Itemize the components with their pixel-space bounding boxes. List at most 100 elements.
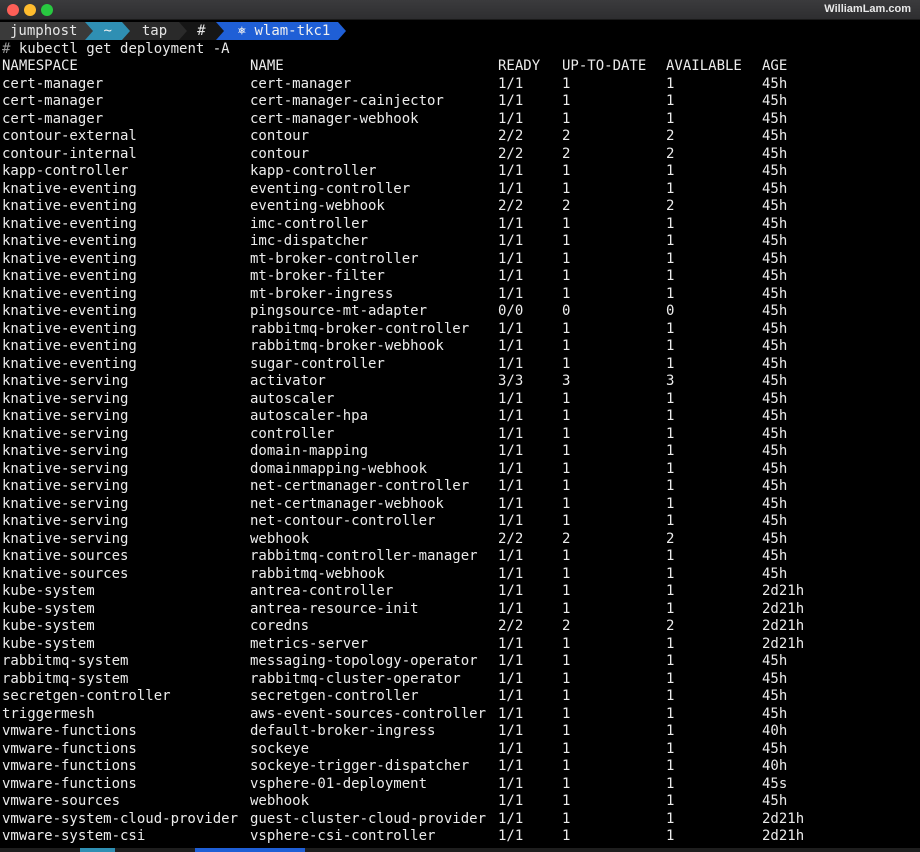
- table-row: vmware-functions sockeye-trigger-dispatch…: [0, 758, 920, 776]
- close-window-button[interactable]: [7, 4, 19, 16]
- window-titlebar: WilliamLam.com: [0, 0, 920, 20]
- terminal-output[interactable]: jumphost ~ tap # ⎈ wlam-tkc1 # kubectl g…: [0, 20, 920, 852]
- cell-ready: 1/1: [498, 600, 524, 617]
- minimize-window-button[interactable]: [24, 4, 36, 16]
- table-row: cert-manager cert-manager 1/1 1 1 45h: [0, 76, 920, 94]
- cell-age: 45h: [762, 338, 788, 354]
- cell-available: 1: [666, 425, 675, 442]
- cell-up-to-date: 1: [562, 215, 571, 232]
- cell-available: 1: [666, 163, 675, 179]
- cell-ready: 3/3: [498, 373, 524, 389]
- table-row: knative-eventing eventing-webhook 2/2 2 2 45h: [0, 198, 920, 216]
- cell-name: domainmapping-webhook: [250, 460, 428, 477]
- prompt-directory: ~: [93, 22, 122, 40]
- cell-available: 1: [666, 705, 675, 722]
- cell-available: 1: [666, 723, 675, 739]
- table-row: knative-serving controller 1/1 1 1 45h: [0, 426, 920, 444]
- cell-ready: 1/1: [498, 425, 524, 442]
- cell-available: 1: [666, 285, 675, 302]
- table-row: vmware-functions sockeye 1/1 1 1 45h: [0, 741, 920, 759]
- table-row: knative-serving autoscaler 1/1 1 1 45h: [0, 391, 920, 409]
- cell-ready: 1/1: [498, 268, 524, 284]
- cell-namespace: vmware-functions: [2, 740, 137, 757]
- cell-up-to-date: 1: [562, 163, 571, 179]
- cell-namespace: knative-eventing: [2, 233, 137, 249]
- cell-up-to-date: 1: [562, 775, 571, 792]
- table-row: contour-external contour 2/2 2 2 45h: [0, 128, 920, 146]
- cell-up-to-date: 1: [562, 425, 571, 442]
- cell-ready: 1/1: [498, 408, 524, 424]
- table-row: knative-serving net-certmanager-controlle…: [0, 478, 920, 496]
- cell-up-to-date: 1: [562, 443, 571, 459]
- cell-namespace: triggermesh: [2, 705, 95, 722]
- cell-available: 1: [666, 600, 675, 617]
- table-row: knative-eventing pingsource-mt-adapter 0/0…: [0, 303, 920, 321]
- cell-name: controller: [250, 425, 335, 442]
- cell-age: 45h: [762, 548, 788, 564]
- cell-namespace: contour-internal: [2, 145, 137, 162]
- table-row: knative-serving domainmapping-webhook 1/1 1…: [0, 461, 920, 479]
- cell-age: 40h: [762, 758, 788, 774]
- cell-ready: 1/1: [498, 688, 524, 704]
- cell-name: webhook: [250, 793, 310, 809]
- cell-up-to-date: 1: [562, 635, 571, 652]
- cell-up-to-date: 1: [562, 583, 571, 599]
- cell-name: webhook: [250, 530, 310, 547]
- cell-namespace: knative-eventing: [2, 198, 137, 214]
- cell-namespace: knative-serving: [2, 443, 129, 459]
- cell-available: 1: [666, 810, 675, 827]
- cell-available: 1: [666, 93, 675, 109]
- cell-up-to-date: 1: [562, 390, 571, 407]
- cell-name: sockeye: [250, 740, 310, 757]
- cell-available: 1: [666, 320, 675, 337]
- cell-namespace: knative-sources: [2, 565, 129, 582]
- cell-ready: 1/1: [498, 75, 524, 92]
- cell-ready: 1/1: [498, 460, 524, 477]
- prompt-repo: tap: [129, 22, 180, 40]
- cell-available: 1: [666, 565, 675, 582]
- cell-name: autoscaler: [250, 390, 335, 407]
- cell-ready: 1/1: [498, 93, 524, 109]
- cell-available: 1: [666, 215, 675, 232]
- cell-namespace: contour-external: [2, 128, 137, 144]
- cell-age: 45h: [762, 93, 788, 109]
- table-row: vmware-sources webhook 1/1 1 1 45h: [0, 793, 920, 811]
- cell-namespace: vmware-sources: [2, 793, 121, 809]
- table-row: kube-system antrea-resource-init 1/1 1 1 2d21…: [0, 601, 920, 619]
- cell-age: 45h: [762, 443, 788, 459]
- cell-age: 2d21h: [762, 600, 805, 617]
- cell-name: rabbitmq-cluster-operator: [250, 670, 461, 687]
- cell-age: 45h: [762, 373, 788, 389]
- cell-name: cert-manager-webhook: [250, 110, 419, 127]
- cell-age: 45h: [762, 408, 788, 424]
- cell-available: 2: [666, 145, 675, 162]
- cell-ready: 1/1: [498, 635, 524, 652]
- cell-namespace: rabbitmq-system: [2, 653, 129, 669]
- cell-ready: 1/1: [498, 495, 524, 512]
- cell-name: rabbitmq-broker-webhook: [250, 338, 444, 354]
- cell-up-to-date: 1: [562, 600, 571, 617]
- cell-namespace: vmware-functions: [2, 758, 137, 774]
- cell-namespace: kube-system: [2, 618, 95, 634]
- maximize-window-button[interactable]: [41, 4, 53, 16]
- cell-name: metrics-server: [250, 635, 369, 652]
- table-row: knative-eventing rabbitmq-broker-controll…: [0, 321, 920, 339]
- command-line[interactable]: # kubectl get deployment -A: [2, 40, 230, 58]
- cell-age: 45h: [762, 793, 788, 809]
- cell-ready: 1/1: [498, 285, 524, 302]
- table-row: kapp-controller kapp-controller 1/1 1 1 45h: [0, 163, 920, 181]
- table-row: cert-manager cert-manager-cainjector 1/1 1 1…: [0, 93, 920, 111]
- table-row: secretgen-controller secretgen-controller…: [0, 688, 920, 706]
- cell-ready: 2/2: [498, 530, 524, 547]
- cell-ready: 1/1: [498, 810, 524, 827]
- table-row: rabbitmq-system rabbitmq-cluster-operator…: [0, 671, 920, 689]
- cell-up-to-date: 1: [562, 338, 571, 354]
- cell-up-to-date: 1: [562, 513, 571, 529]
- cell-available: 1: [666, 775, 675, 792]
- cell-name: guest-cluster-cloud-provider: [250, 810, 487, 827]
- shell-prompt: jumphost ~ tap # ⎈ wlam-tkc1: [0, 22, 347, 40]
- cell-age: 2d21h: [762, 635, 805, 652]
- cell-namespace: knative-eventing: [2, 180, 137, 197]
- cell-ready: 1/1: [498, 670, 524, 687]
- table-row: vmware-functions vsphere-01-deployment 1/1…: [0, 776, 920, 794]
